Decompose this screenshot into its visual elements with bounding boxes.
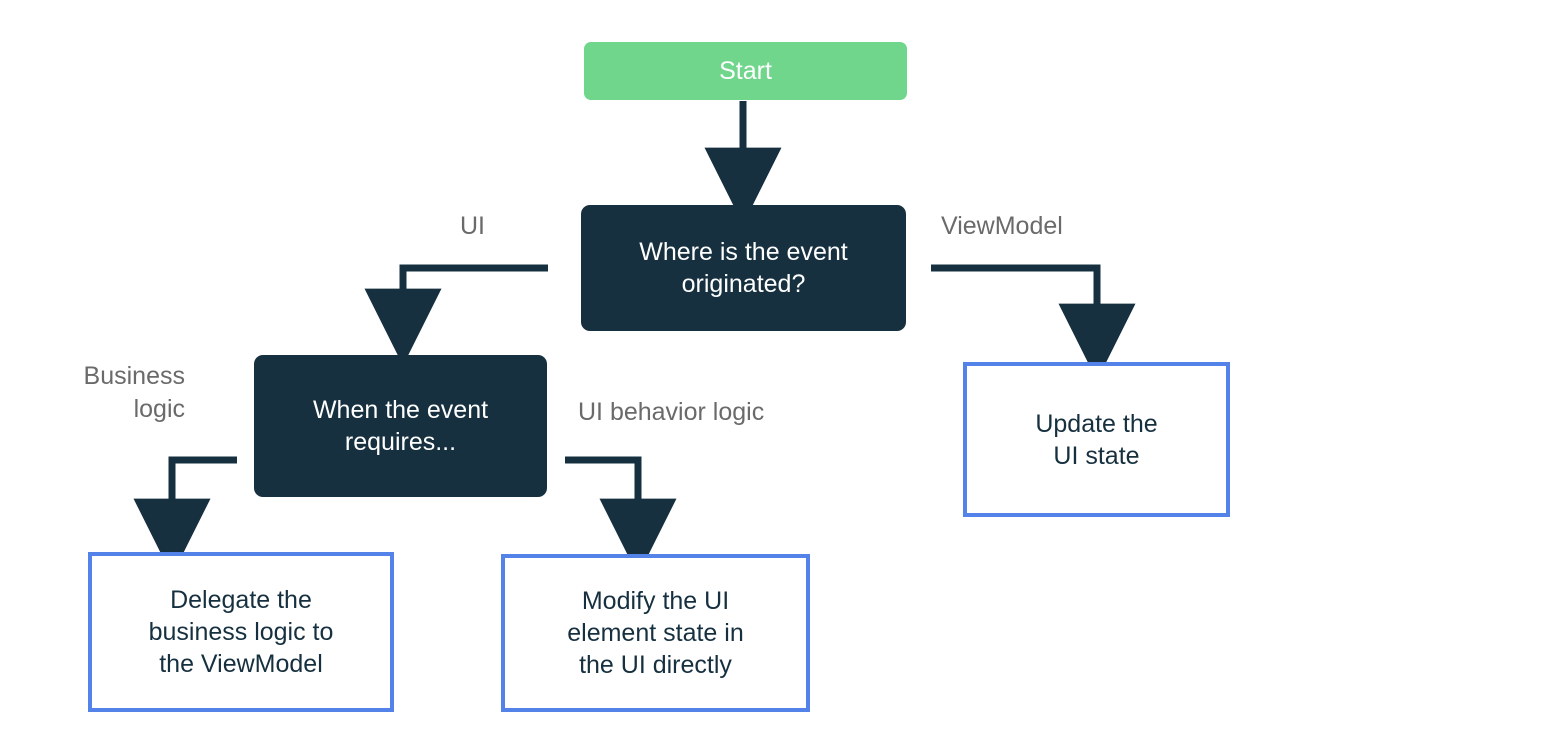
edge-label-business-logic: Business logic bbox=[83, 362, 185, 423]
node-outcome-modify-ui-element-state[interactable]: Modify the UI element state in the UI di… bbox=[501, 554, 810, 712]
edge-label-viewmodel: ViewModel bbox=[941, 212, 1063, 240]
connector-requires-to-modify bbox=[565, 456, 677, 576]
node-outcome-delegate-business-logic-to-viewmodel[interactable]: Delegate the business logic to the ViewM… bbox=[88, 552, 394, 712]
edge-label-ui-behavior-logic: UI behavior logic bbox=[578, 398, 765, 426]
flowchart-canvas: When the event requires... --> Update th… bbox=[0, 0, 1556, 744]
connector-requires-to-delegate bbox=[133, 456, 237, 576]
node-decision-when-the-event-requires[interactable]: When the event requires... bbox=[254, 355, 547, 497]
connector-origin-to-requires bbox=[364, 264, 548, 366]
node-outcome-update-ui-state[interactable]: Update the UI state bbox=[963, 362, 1230, 517]
node-decision-where-is-the-event-originated[interactable]: Where is the event originated? bbox=[581, 205, 906, 331]
node-start[interactable]: Start bbox=[584, 42, 907, 100]
connector-origin-to-update bbox=[931, 264, 1136, 381]
edge-label-ui: UI bbox=[460, 212, 485, 240]
